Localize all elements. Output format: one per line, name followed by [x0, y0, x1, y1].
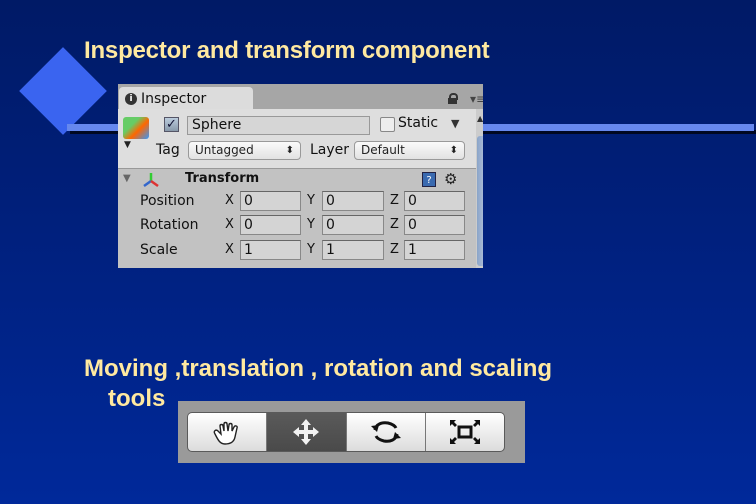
position-row: Position X 0 Y 0 Z 0 [118, 190, 476, 213]
scroll-up-arrow-icon[interactable]: ▲ [477, 114, 483, 123]
scale-y-field[interactable]: 1 [322, 240, 384, 260]
move-arrows-icon [293, 419, 320, 445]
x-axis-label: X [225, 193, 234, 208]
x-axis-label: X [225, 242, 234, 257]
position-x-field[interactable]: 0 [240, 191, 301, 211]
layer-label: Layer [310, 142, 350, 158]
info-icon: i [125, 92, 137, 105]
tag-value: Untagged [195, 143, 254, 157]
gear-icon[interactable]: ⚙ [444, 170, 457, 188]
tools-caption-line1: Moving ,translation , rotation and scali… [84, 355, 553, 382]
object-header: ▼ ✓ Sphere Static ▼ Tag Untagged ⬍ Layer… [118, 109, 476, 169]
rotation-y-field[interactable]: 0 [322, 215, 384, 235]
static-checkbox[interactable] [380, 117, 395, 132]
transform-toolbar [178, 401, 525, 463]
position-z-field[interactable]: 0 [404, 191, 465, 211]
scale-x-field[interactable]: 1 [240, 240, 301, 260]
rotate-tool-button[interactable] [346, 413, 427, 451]
layer-value: Default [361, 143, 405, 157]
y-axis-label: Y [307, 242, 315, 257]
scale-label: Scale [140, 242, 178, 258]
x-axis-label: X [225, 217, 234, 232]
inspector-panel: i Inspector ▾≡ ▼ ✓ Sphere Static ▼ Tag U… [118, 84, 483, 268]
scale-row: Scale X 1 Y 1 Z 1 [118, 239, 476, 262]
hand-icon [213, 421, 238, 445]
slide-title: Inspector and transform component [84, 37, 490, 64]
move-tool-button[interactable] [266, 413, 347, 451]
scale-z-field[interactable]: 1 [404, 240, 465, 260]
static-label: Static [398, 115, 439, 131]
object-name-input[interactable]: Sphere [187, 116, 370, 135]
transform-axes-icon [143, 173, 159, 188]
lock-icon[interactable] [448, 93, 458, 104]
z-axis-label: Z [390, 242, 399, 257]
layer-dropdown[interactable]: Default ⬍ [354, 141, 465, 160]
position-label: Position [140, 193, 195, 209]
rotation-x-field[interactable]: 0 [240, 215, 301, 235]
static-dropdown-arrow[interactable]: ▼ [451, 117, 459, 130]
scrollbar-thumb[interactable] [477, 136, 483, 266]
tool-button-group [187, 412, 505, 452]
active-checkbox[interactable]: ✓ [164, 117, 179, 132]
y-axis-label: Y [307, 193, 315, 208]
updown-arrow-icon: ⬍ [285, 145, 294, 156]
help-book-icon[interactable]: ? [422, 172, 436, 187]
updown-arrow-icon: ⬍ [449, 145, 458, 156]
icon-dropdown-arrow[interactable]: ▼ [124, 140, 131, 150]
tab-inspector[interactable]: i Inspector [119, 87, 253, 110]
gameobject-icon[interactable] [123, 117, 149, 139]
hand-tool-button[interactable] [188, 413, 267, 451]
rotation-label: Rotation [140, 217, 199, 233]
position-y-field[interactable]: 0 [322, 191, 384, 211]
transform-component-header[interactable]: ▼ Transform ? ⚙ [118, 170, 476, 190]
z-axis-label: Z [390, 217, 399, 232]
component-title: Transform [185, 171, 260, 186]
scale-tool-button[interactable] [426, 413, 504, 451]
z-axis-label: Z [390, 193, 399, 208]
rotation-z-field[interactable]: 0 [404, 215, 465, 235]
y-axis-label: Y [307, 217, 315, 232]
tab-inspector-label: Inspector [141, 90, 207, 107]
rotate-icon [371, 421, 402, 443]
scale-icon [450, 420, 481, 444]
rotation-row: Rotation X 0 Y 0 Z 0 [118, 214, 476, 237]
foldout-arrow-icon[interactable]: ▼ [123, 173, 131, 184]
tag-dropdown[interactable]: Untagged ⬍ [188, 141, 301, 160]
panel-menu-icon[interactable]: ▾≡ [470, 92, 483, 106]
tag-label: Tag [156, 142, 180, 158]
